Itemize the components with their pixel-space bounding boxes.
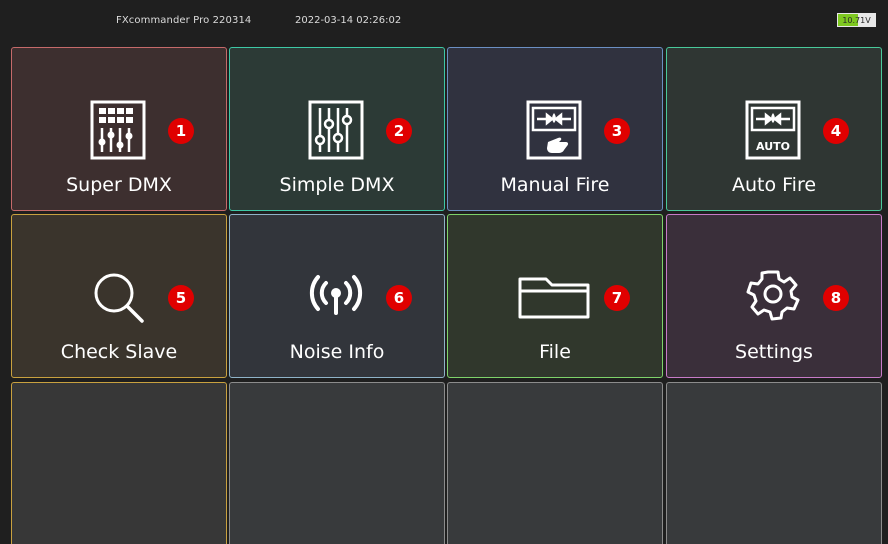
status-bar: FXcommander Pro 220314 2022-03-14 02:26:… [0, 0, 888, 44]
auto-fire-icon: AUTO [745, 100, 801, 160]
tile-label: Settings [735, 341, 813, 363]
badge-2: 2 [386, 118, 412, 144]
tile-empty[interactable] [666, 382, 882, 544]
tile-simple-dmx[interactable]: 2 Simple DMX [229, 47, 445, 211]
tile-auto-fire[interactable]: AUTO 4 Auto Fire [666, 47, 882, 211]
signal-broadcast-icon [309, 275, 363, 315]
badge-5: 5 [168, 285, 194, 311]
badge-3: 3 [604, 118, 630, 144]
tile-noise-info[interactable]: 6 Noise Info [229, 214, 445, 378]
tile-label: Simple DMX [279, 174, 395, 196]
tile-manual-fire[interactable]: 3 Manual Fire [447, 47, 663, 211]
super-dmx-grid-slider-icon [90, 100, 146, 160]
badge-1: 1 [168, 118, 194, 144]
tile-empty[interactable] [447, 382, 663, 544]
tile-label: Manual Fire [500, 174, 610, 196]
tile-label: Super DMX [66, 174, 172, 196]
badge-8: 8 [823, 285, 849, 311]
manual-fire-hand-icon [526, 100, 582, 160]
badge-7: 7 [604, 285, 630, 311]
datetime: 2022-03-14 02:26:02 [295, 15, 402, 26]
battery-indicator: 10.71V [837, 13, 876, 27]
tile-empty[interactable] [229, 382, 445, 544]
badge-6: 6 [386, 285, 412, 311]
svg-text:AUTO: AUTO [756, 140, 790, 153]
gear-icon [746, 270, 800, 321]
app-title: FXcommander Pro 220314 [116, 15, 252, 26]
tile-empty[interactable] [11, 382, 227, 544]
tile-label: Noise Info [289, 341, 385, 363]
tile-label: Check Slave [60, 341, 178, 363]
tile-file[interactable]: 7 File [447, 214, 663, 378]
tile-settings[interactable]: 8 Settings [666, 214, 882, 378]
badge-4: 4 [823, 118, 849, 144]
tile-super-dmx[interactable]: 1 Super DMX [11, 47, 227, 211]
search-icon [94, 273, 144, 323]
tile-check-slave[interactable]: 5 Check Slave [11, 214, 227, 378]
slider-mixer-icon [308, 100, 364, 160]
folder-icon [518, 277, 590, 319]
tile-label: File [539, 341, 571, 363]
tile-label: Auto Fire [731, 174, 817, 196]
battery-voltage: 10.71V [842, 16, 871, 25]
